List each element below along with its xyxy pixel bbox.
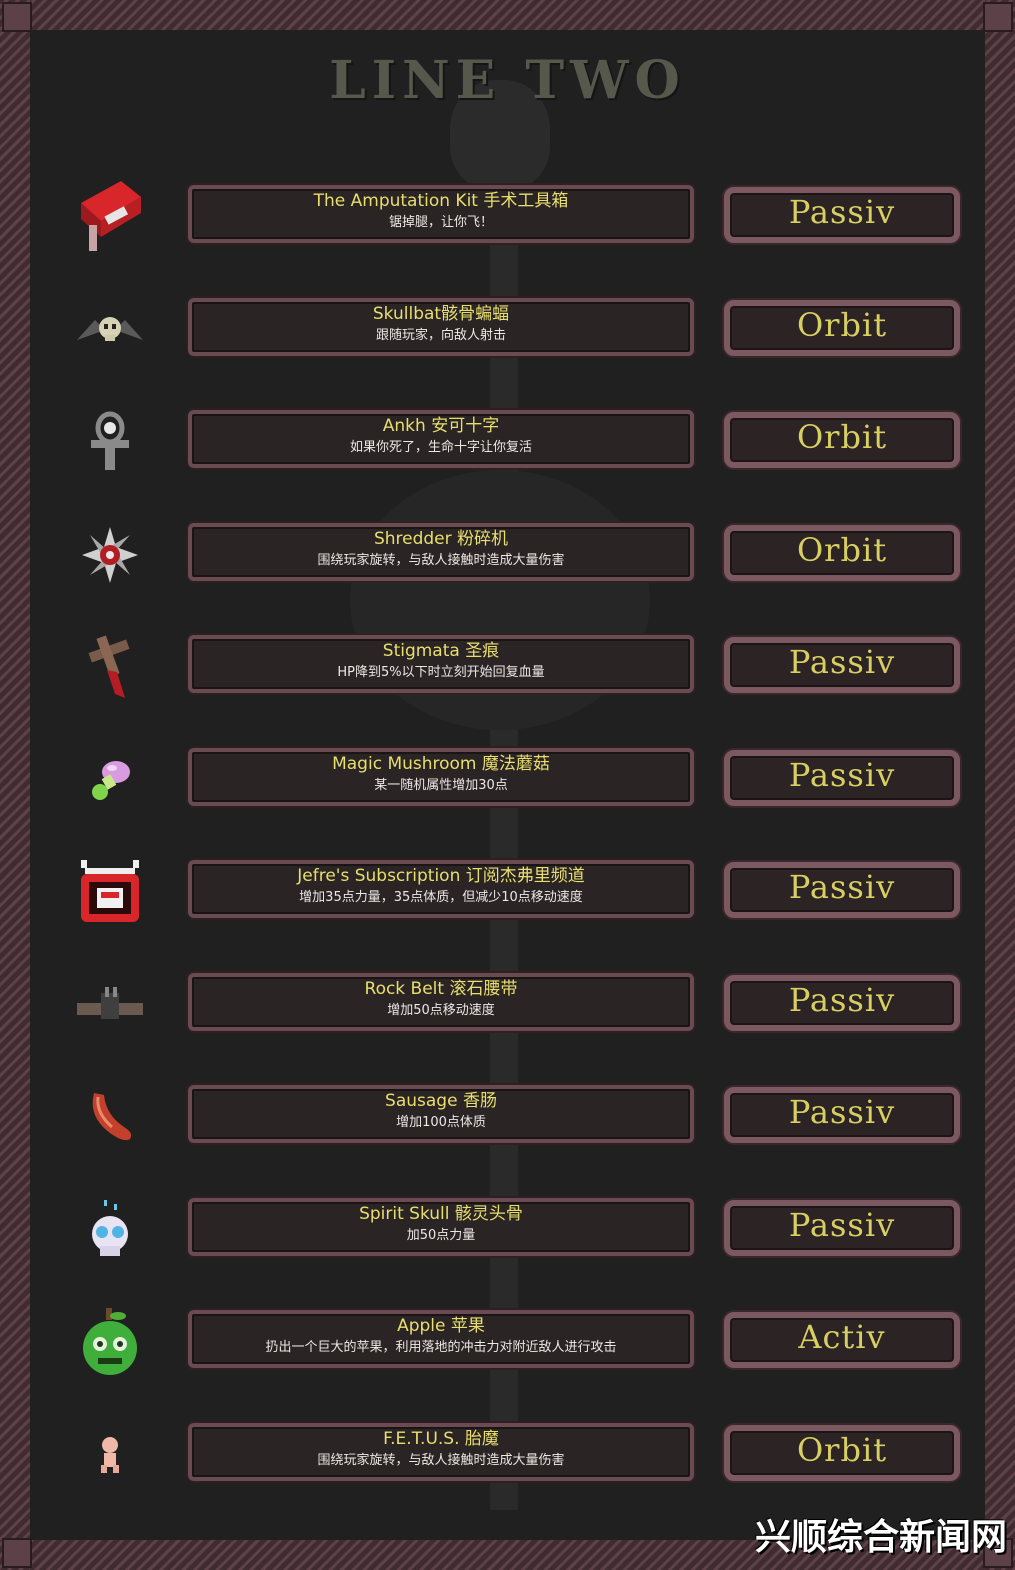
item-effect: HP降到5%以下时立刻开始回复血量 <box>337 665 545 680</box>
item-effect: 围绕玩家旋转，与敌人接触时造成大量伤害 <box>317 1453 565 1468</box>
item-description-box: Spirit Skull 骸灵头骨加50点力量 <box>188 1198 694 1256</box>
item-effect: 围绕玩家旋转，与敌人接触时造成大量伤害 <box>317 553 565 568</box>
item-effect: 增加100点体质 <box>396 1115 486 1130</box>
item-type-badge: Passiv <box>724 637 960 693</box>
skullbat-icon <box>72 285 148 375</box>
item-row: F.E.T.U.S. 胎魔围绕玩家旋转，与敌人接触时造成大量伤害 Orbit <box>0 1410 1015 1500</box>
item-description-box: Magic Mushroom 魔法蘑菇某一随机属性增加30点 <box>188 748 694 806</box>
ankh-icon <box>72 397 148 487</box>
item-effect: 某一随机属性增加30点 <box>374 778 508 793</box>
item-type-badge: Passiv <box>724 750 960 806</box>
shredder-icon <box>72 510 148 600</box>
item-effect: 扔出一个巨大的苹果，利用落地的冲击力对附近敌人进行攻击 <box>265 1340 617 1355</box>
item-row: Stigmata 圣痕 HP降到5%以下时立刻开始回复血量 Passiv <box>0 622 1015 712</box>
item-row: Apple 苹果扔出一个巨大的苹果，利用落地的冲击力对附近敌人进行攻击 Activ <box>0 1297 1015 1387</box>
item-row: The Amputation Kit 手术工具箱锯掉腿，让你飞！ Passiv <box>0 172 1015 262</box>
item-type-badge: Passiv <box>724 187 960 243</box>
item-row: Sausage 香肠增加100点体质 Passiv <box>0 1072 1015 1162</box>
item-effect: 增加50点移动速度 <box>387 1003 495 1018</box>
item-name: Magic Mushroom 魔法蘑菇 <box>332 754 550 774</box>
page-title: LINE TWO <box>329 50 686 111</box>
item-description-box: Ankh 安可十字如果你死了，生命十字让你复活 <box>188 410 694 468</box>
item-type-badge: Orbit <box>724 525 960 581</box>
magic-mushroom-icon <box>72 735 148 825</box>
item-effect: 加50点力量 <box>406 1228 476 1243</box>
item-description-box: Apple 苹果扔出一个巨大的苹果，利用落地的冲击力对附近敌人进行攻击 <box>188 1310 694 1368</box>
item-row: Shredder 粉碎机围绕玩家旋转，与敌人接触时造成大量伤害 Orbit <box>0 510 1015 600</box>
item-type-badge: Orbit <box>724 1425 960 1481</box>
item-type-badge: Passiv <box>724 975 960 1031</box>
item-name: F.E.T.U.S. 胎魔 <box>383 1429 499 1449</box>
item-description-box: Jefre's Subscription 订阅杰弗里频道增加35点力量，35点体… <box>188 860 694 918</box>
item-row: Magic Mushroom 魔法蘑菇某一随机属性增加30点 Passiv <box>0 735 1015 825</box>
watermark: 兴顺综合新闻网 <box>754 1517 1007 1558</box>
item-name: Skullbat骸骨蝙蝠 <box>372 304 510 324</box>
item-type-badge: Orbit <box>724 300 960 356</box>
item-description-box: Rock Belt 滚石腰带增加50点移动速度 <box>188 973 694 1031</box>
item-name: Shredder 粉碎机 <box>373 529 509 549</box>
item-name: Sausage 香肠 <box>385 1091 497 1111</box>
item-type-badge: Passiv <box>724 1087 960 1143</box>
item-description-box: The Amputation Kit 手术工具箱锯掉腿，让你飞！ <box>188 185 694 243</box>
sausage-icon <box>72 1072 148 1162</box>
item-effect: 如果你死了，生命十字让你复活 <box>349 440 532 455</box>
item-row: Rock Belt 滚石腰带增加50点移动速度 Passiv <box>0 960 1015 1050</box>
item-type-badge: Orbit <box>724 412 960 468</box>
stigmata-icon <box>72 622 148 712</box>
item-name: Rock Belt 滚石腰带 <box>364 979 518 999</box>
item-type-badge: Passiv <box>724 1200 960 1256</box>
item-type-badge: Passiv <box>724 862 960 918</box>
item-description-box: Skullbat骸骨蝙蝠跟随玩家，向敌人射击 <box>188 298 694 356</box>
item-row: Spirit Skull 骸灵头骨加50点力量 Passiv <box>0 1185 1015 1275</box>
item-description-box: Sausage 香肠增加100点体质 <box>188 1085 694 1143</box>
apple-icon <box>72 1297 148 1387</box>
item-row: Skullbat骸骨蝙蝠跟随玩家，向敌人射击 Orbit <box>0 285 1015 375</box>
item-name: Apple 苹果 <box>397 1316 485 1336</box>
frame-corner <box>2 1538 32 1568</box>
item-effect: 锯掉腿，让你飞！ <box>388 215 493 230</box>
rock-belt-icon <box>72 960 148 1050</box>
frame-corner <box>983 2 1013 32</box>
item-name: Stigmata 圣痕 <box>382 641 500 661</box>
item-row: Ankh 安可十字如果你死了，生命十字让你复活 Orbit <box>0 397 1015 487</box>
item-name: Jefre's Subscription 订阅杰弗里频道 <box>297 866 585 886</box>
fetus-icon <box>72 1410 148 1500</box>
item-name: Spirit Skull 骸灵头骨 <box>359 1204 523 1224</box>
item-description-box: Stigmata 圣痕 HP降到5%以下时立刻开始回复血量 <box>188 635 694 693</box>
item-description-box: F.E.T.U.S. 胎魔围绕玩家旋转，与敌人接触时造成大量伤害 <box>188 1423 694 1481</box>
spirit-skull-icon <box>72 1185 148 1275</box>
item-type-badge: Activ <box>724 1312 960 1368</box>
item-effect: 增加35点力量，35点体质，但减少10点移动速度 <box>299 890 583 905</box>
tv-subscription-icon <box>72 847 148 937</box>
item-name: The Amputation Kit 手术工具箱 <box>313 191 569 211</box>
item-name: Ankh 安可十字 <box>382 416 500 436</box>
amputation-kit-icon <box>72 172 148 262</box>
item-description-box: Shredder 粉碎机围绕玩家旋转，与敌人接触时造成大量伤害 <box>188 523 694 581</box>
item-effect: 跟随玩家，向敌人射击 <box>375 328 506 343</box>
item-row: Jefre's Subscription 订阅杰弗里频道增加35点力量，35点体… <box>0 847 1015 937</box>
frame-corner <box>2 2 32 32</box>
